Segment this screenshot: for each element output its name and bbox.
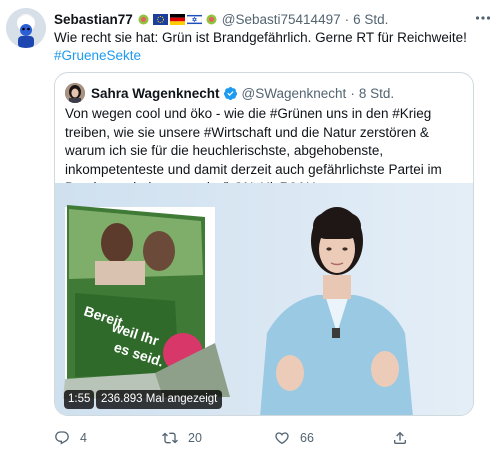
more-options-icon[interactable]: [472, 9, 494, 29]
video-duration: 1:55: [64, 390, 95, 409]
quoted-avatar-image: [65, 83, 85, 103]
tweet-text-main: Wie recht sie hat: Grün ist Brandgefährl…: [54, 30, 467, 45]
video-view-count: 236.893 Mal angezeigt: [96, 390, 223, 409]
separator-dot: ·: [344, 11, 350, 27]
author-avatar[interactable]: [6, 8, 46, 48]
green-circle-badge-icon: [138, 14, 149, 24]
retweet-count: 20: [188, 431, 202, 445]
israel-flag-icon: [186, 13, 202, 25]
quoted-author-avatar[interactable]: [65, 83, 85, 103]
reply-icon: [55, 431, 69, 445]
germany-flag-icon: [169, 13, 185, 25]
hashtag-link[interactable]: #GrueneSekte: [54, 47, 484, 65]
share-icon: [394, 431, 406, 444]
tweet-text: Wie recht sie hat: Grün ist Brandgefährl…: [54, 29, 484, 65]
quoted-tweet[interactable]: Sahra Wagenknecht @SWagenknecht · 8 Std.…: [54, 72, 474, 416]
avatar-image: [6, 8, 46, 48]
verified-badge-icon: [223, 86, 237, 100]
eu-flag-icon: [152, 13, 168, 25]
name-emoji-badges: [136, 13, 219, 25]
heart-icon: [275, 432, 289, 445]
tweet-timestamp[interactable]: 6 Std.: [353, 12, 388, 27]
retweet-button[interactable]: 20: [162, 428, 202, 448]
like-count: 66: [300, 431, 314, 445]
quoted-author-name[interactable]: Sahra Wagenknecht: [91, 86, 220, 101]
green-circle-badge-icon: [206, 14, 217, 24]
like-button[interactable]: 66: [274, 428, 314, 448]
retweet-icon: [162, 432, 178, 444]
more-horizontal-icon: [475, 16, 491, 20]
quoted-tweet-header: Sahra Wagenknecht @SWagenknecht · 8 Std.: [91, 83, 394, 103]
reply-button[interactable]: 4: [54, 428, 87, 448]
tweet-header: Sebastian77 @Sebasti75414497 · 6 Std.: [54, 9, 494, 29]
tweet: Sebastian77 @Sebasti75414497 · 6 Std. Wi…: [0, 0, 499, 460]
video-thumbnail: Bereit, weil Ihr es seid.: [55, 183, 473, 415]
quoted-author-handle[interactable]: @SWagenknecht: [242, 86, 347, 101]
share-button[interactable]: [392, 428, 418, 448]
tweet-actions: 4 20 66: [54, 428, 424, 448]
reply-count: 4: [80, 431, 87, 445]
video-player[interactable]: Bereit, weil Ihr es seid. 1:55 236.893 M…: [55, 183, 473, 415]
author-name[interactable]: Sebastian77: [54, 12, 133, 27]
quoted-tweet-timestamp[interactable]: 8 Std.: [359, 86, 394, 101]
author-handle[interactable]: @Sebasti75414497: [222, 12, 341, 27]
separator-dot: ·: [350, 85, 355, 101]
